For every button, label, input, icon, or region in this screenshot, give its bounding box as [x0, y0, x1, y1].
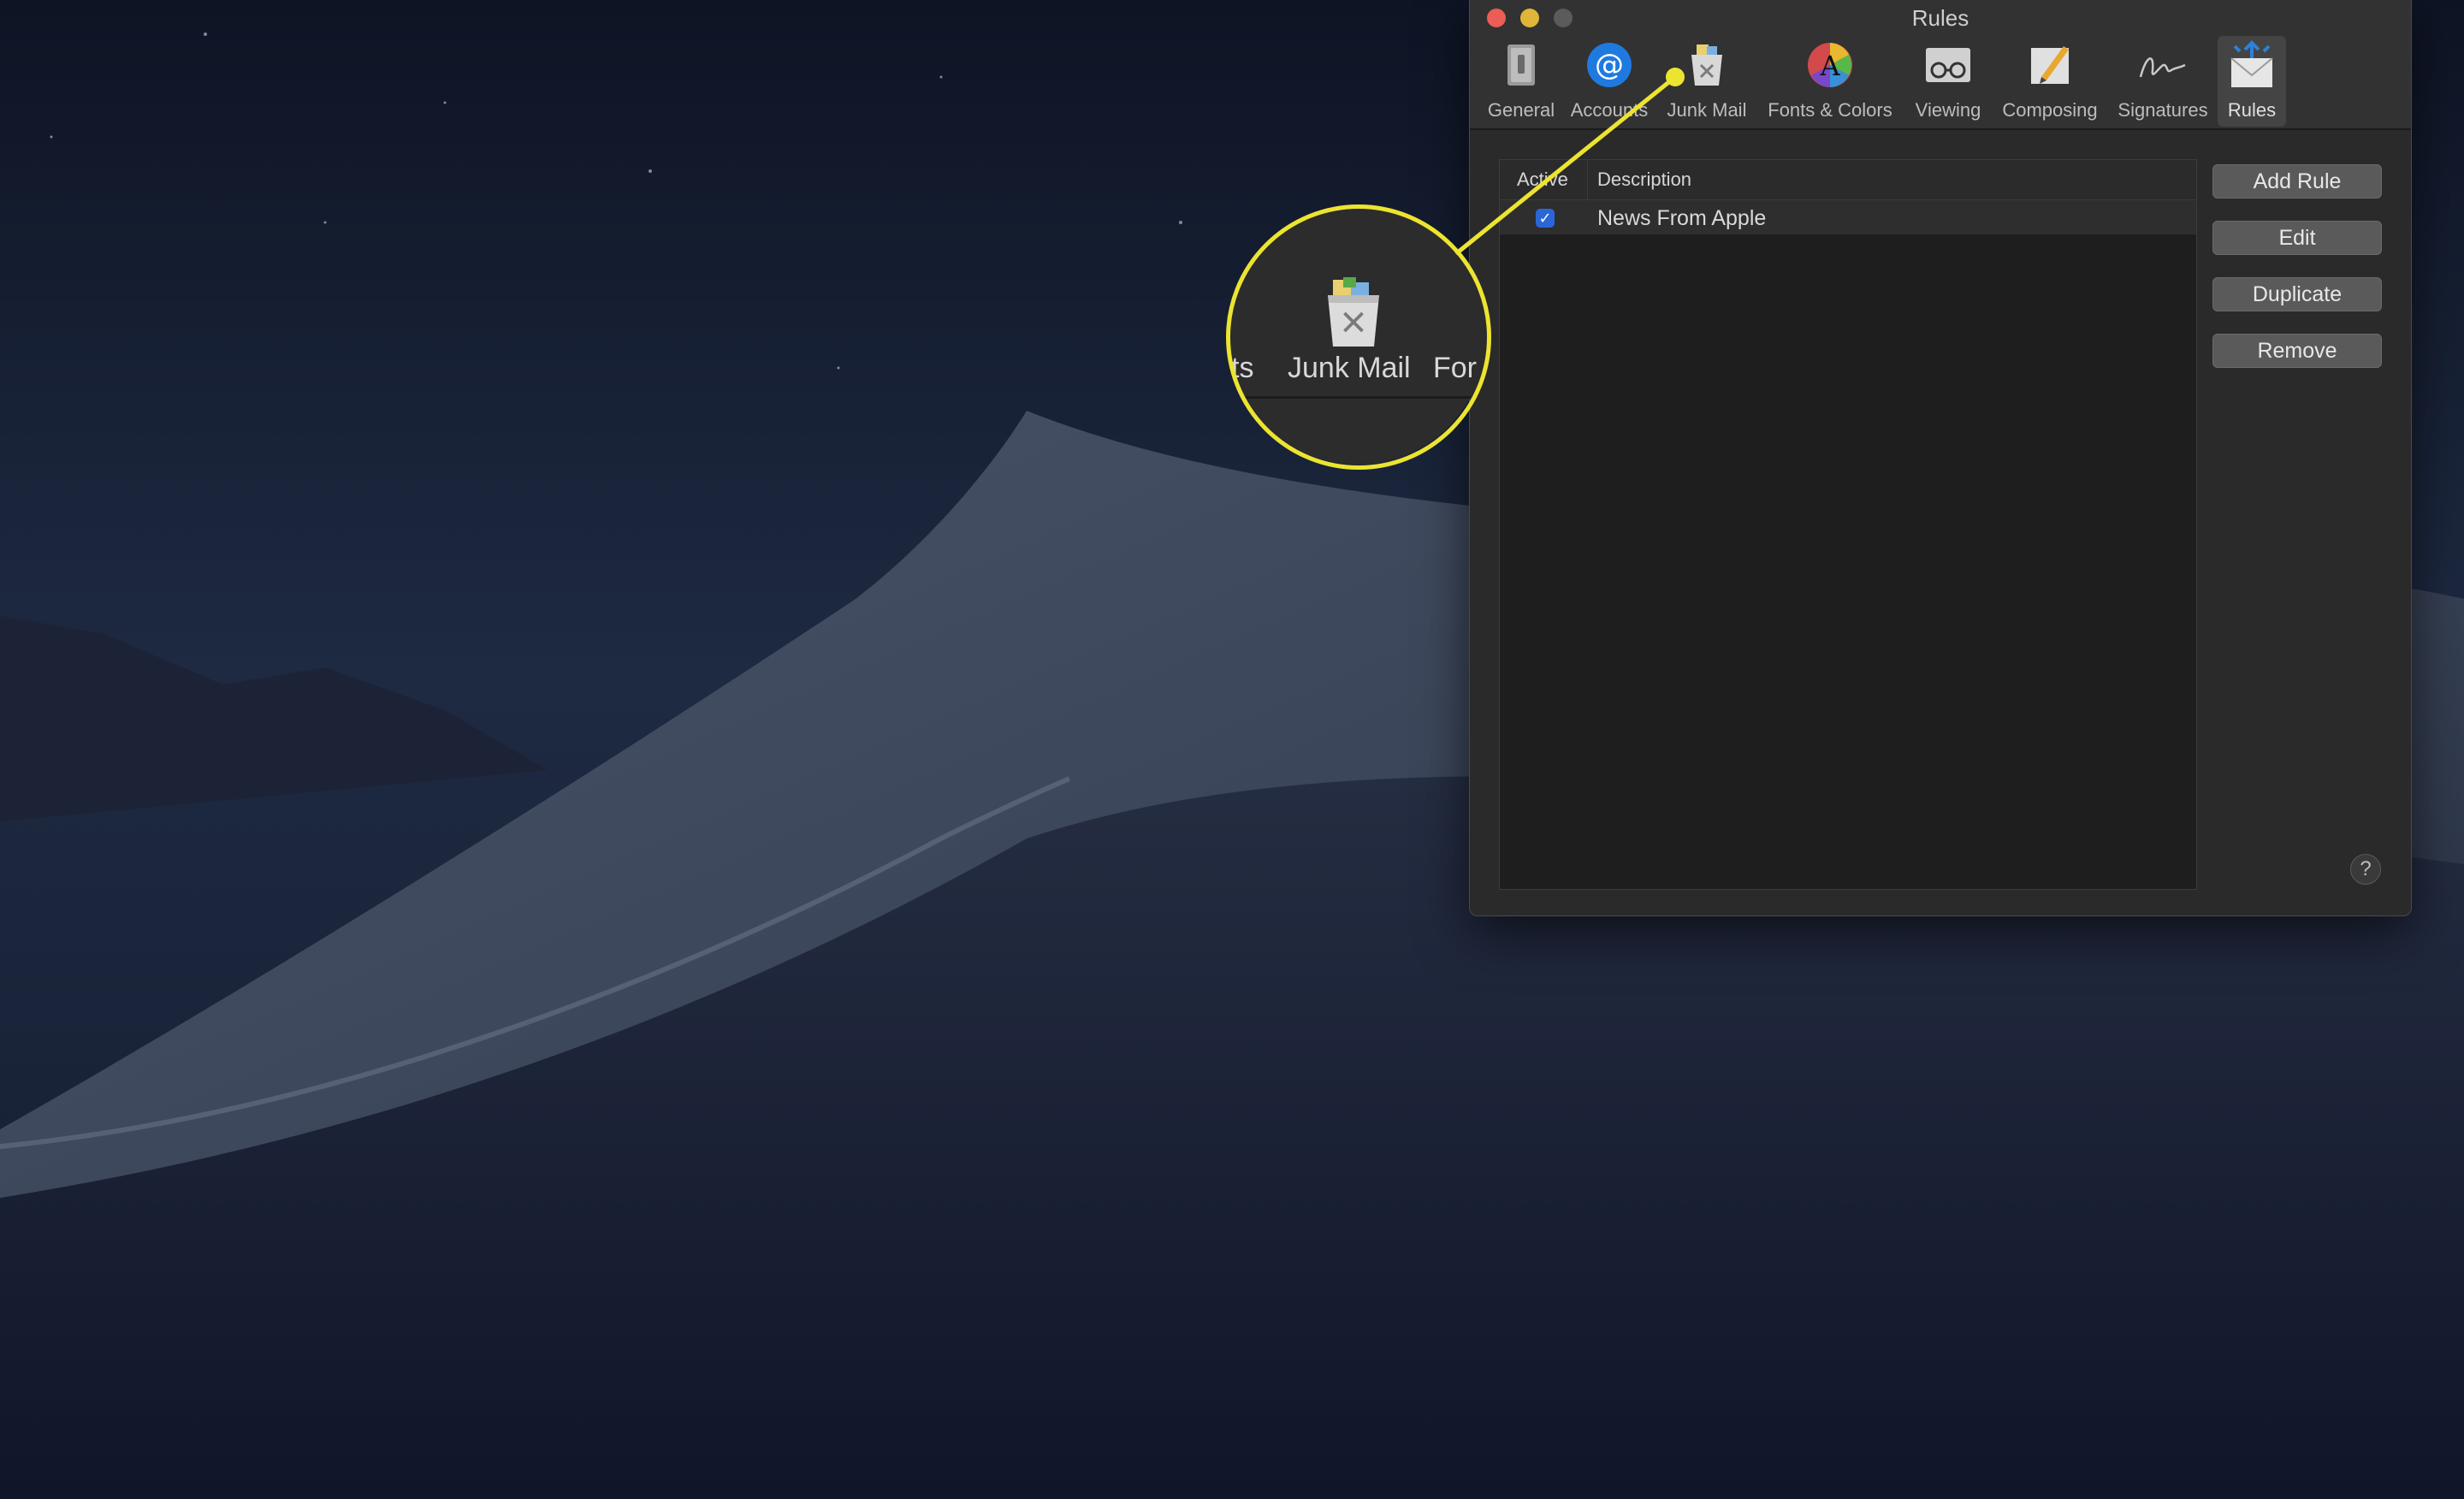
- tab-junk-mail[interactable]: Junk Mail: [1661, 36, 1753, 127]
- at-sign-icon: @: [1587, 43, 1632, 87]
- tab-label: Fonts & Colors: [1768, 99, 1892, 121]
- tab-label: Rules: [2227, 99, 2277, 121]
- tab-viewing[interactable]: Viewing: [1904, 36, 1992, 127]
- rules-envelope-icon: [2230, 40, 2273, 87]
- rules-table[interactable]: Active Description ✓ News From Apple: [1499, 159, 2197, 890]
- rule-active-checkbox[interactable]: ✓: [1536, 209, 1555, 228]
- magnifier-highlight-ring: [1226, 204, 1491, 470]
- svg-text:A: A: [1819, 50, 1840, 82]
- glasses-icon: [1926, 48, 1970, 82]
- window-title: Rules: [1911, 5, 1969, 31]
- tab-label: Composing: [2002, 99, 2098, 121]
- table-row[interactable]: ✓ News From Apple: [1500, 200, 2196, 234]
- column-header-description[interactable]: Description: [1597, 169, 1691, 191]
- rules-preferences-window: Rules General @ Accounts Junk Mail A Fon…: [1469, 0, 2412, 916]
- duplicate-rule-button[interactable]: Duplicate: [2212, 277, 2382, 311]
- table-header: Active Description: [1500, 160, 2196, 200]
- tab-signatures[interactable]: Signatures: [2108, 36, 2218, 127]
- fonts-colors-wheel-icon: A: [1808, 43, 1852, 87]
- column-header-active[interactable]: Active: [1517, 169, 1568, 191]
- title-bar: Rules General @ Accounts Junk Mail A Fon…: [1470, 0, 2411, 130]
- remove-rule-button[interactable]: Remove: [2212, 334, 2382, 368]
- tab-label: Junk Mail: [1667, 99, 1747, 121]
- tab-label: Accounts: [1570, 99, 1649, 121]
- tab-accounts[interactable]: @ Accounts: [1564, 36, 1655, 127]
- tab-label: General: [1487, 99, 1555, 121]
- column-divider: [1587, 160, 1588, 199]
- rule-description: News From Apple: [1597, 206, 1767, 230]
- add-rule-button[interactable]: Add Rule: [2212, 164, 2382, 198]
- junk-mail-trash-icon: [1691, 44, 1722, 86]
- edit-rule-button[interactable]: Edit: [2212, 221, 2382, 255]
- tab-general[interactable]: General: [1480, 36, 1562, 127]
- tab-label: Viewing: [1915, 99, 1981, 121]
- signature-icon: [2139, 57, 2186, 78]
- tab-label: Signatures: [2118, 99, 2208, 121]
- tab-composing[interactable]: Composing: [1995, 36, 2105, 127]
- general-switch-icon: [1507, 44, 1535, 86]
- pencil-paper-icon: [2031, 46, 2069, 84]
- help-button[interactable]: ?: [2350, 854, 2381, 885]
- preferences-toolbar: General @ Accounts Junk Mail A Fonts & C…: [1470, 36, 2411, 128]
- tab-rules[interactable]: Rules: [2218, 36, 2286, 127]
- svg-text:@: @: [1595, 48, 1624, 82]
- tab-fonts-colors[interactable]: A Fonts & Colors: [1760, 36, 1900, 127]
